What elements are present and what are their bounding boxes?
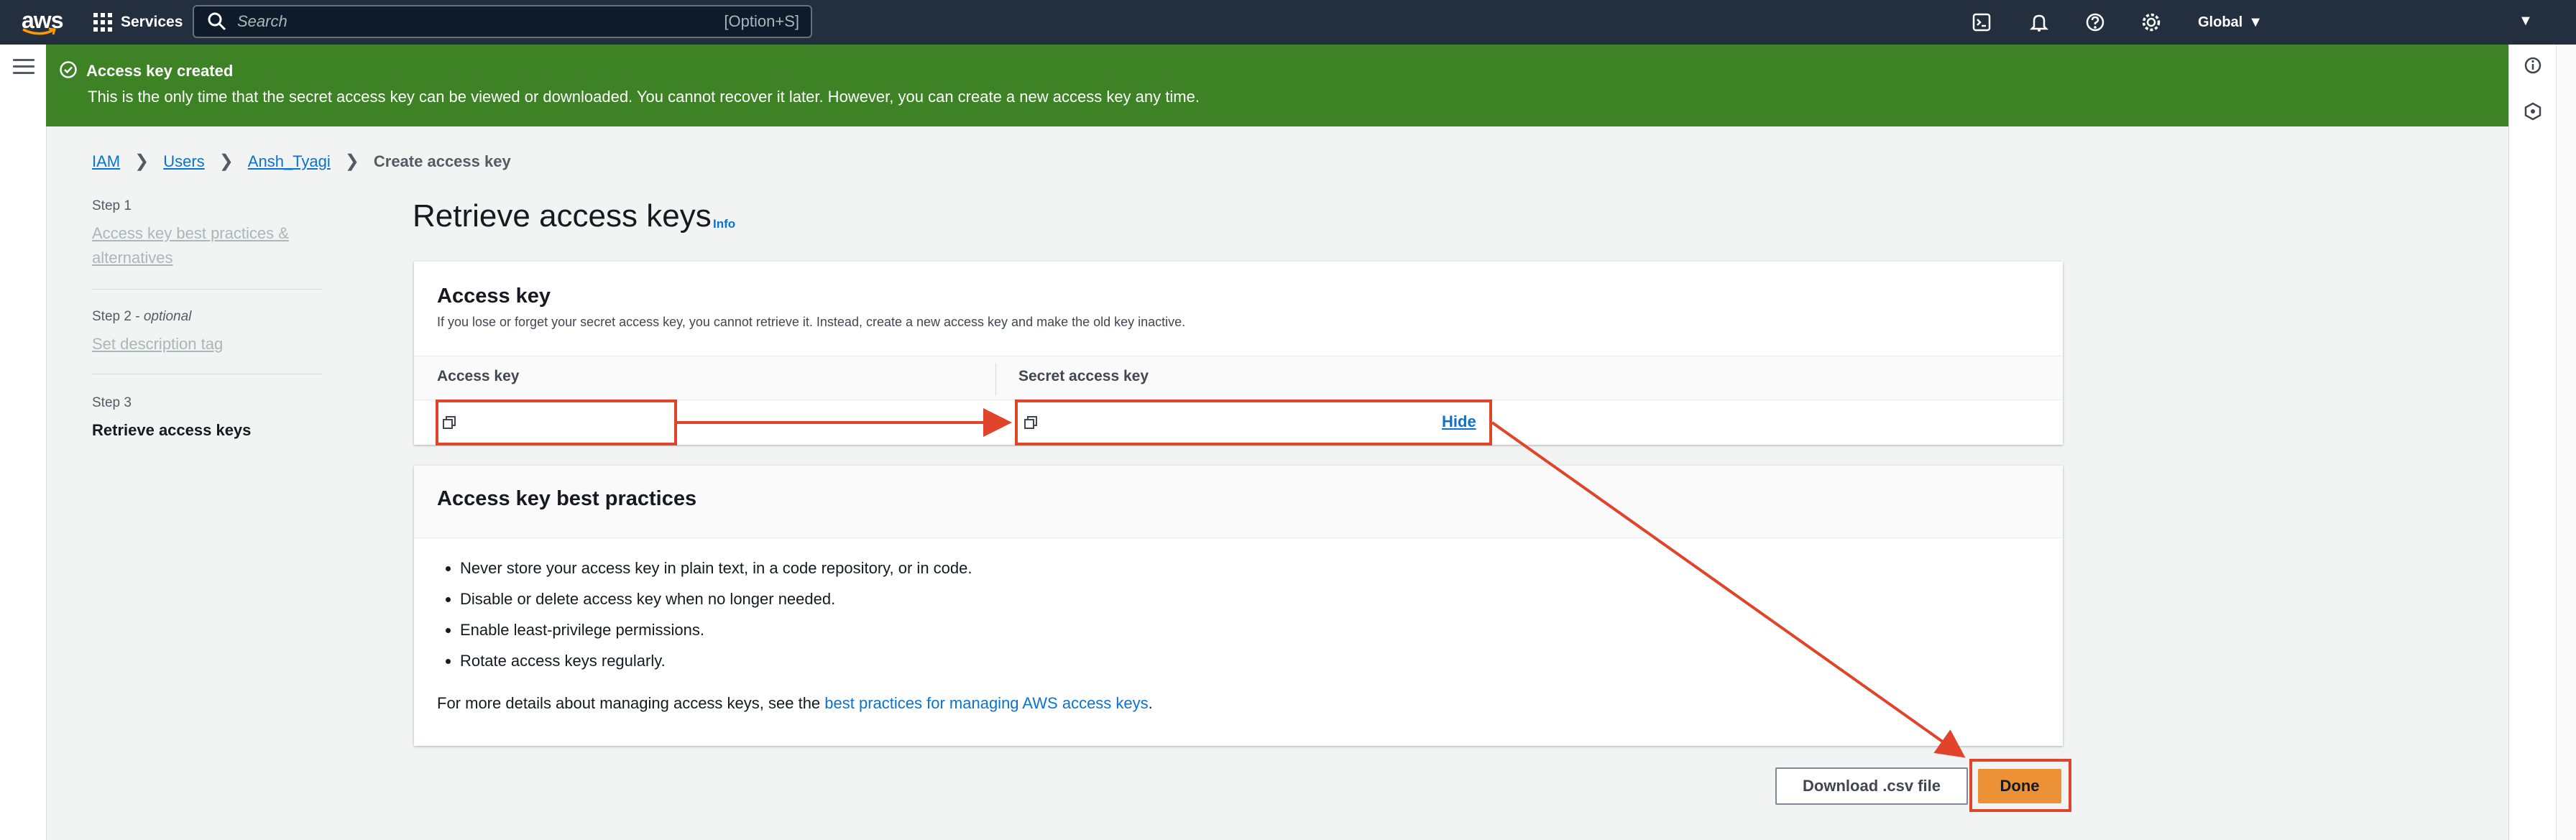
more-details-text: For more details about managing access k… [437, 694, 1153, 713]
annotation-box-done-button [1969, 759, 2071, 812]
more-details-suffix: . [1148, 694, 1153, 712]
step-divider [92, 289, 322, 290]
account-menu-caret-icon[interactable]: ▼ [2518, 13, 2533, 29]
column-separator [995, 364, 996, 395]
column-header-access-key: Access key [437, 368, 520, 384]
best-practices-title: Access key best practices [437, 487, 697, 510]
hamburger-menu-icon[interactable] [13, 59, 34, 76]
best-practices-list: Never store your access key in plain tex… [437, 559, 972, 683]
table-header-row [414, 356, 2063, 400]
help-icon[interactable] [2083, 10, 2107, 34]
region-selector[interactable]: Global ▼ [2198, 10, 2263, 34]
aws-smile-icon [22, 27, 56, 35]
breadcrumb-iam[interactable]: IAM [92, 152, 120, 171]
best-practices-container: Access key best practices Never store yo… [414, 466, 2063, 746]
access-key-card-description: If you lose or forget your secret access… [437, 315, 1186, 329]
access-key-card-title: Access key [437, 285, 551, 308]
step-1-label: Step 1 [92, 198, 132, 213]
search-input[interactable] [236, 11, 724, 32]
step-2-optional: optional [143, 309, 192, 324]
search-icon [208, 12, 226, 31]
aws-logo[interactable]: aws [20, 6, 63, 39]
side-navigation-strip [0, 45, 47, 840]
services-label: Services [121, 14, 183, 30]
scrollbar[interactable] [2556, 45, 2576, 840]
step-1-title-line2: alternatives [92, 249, 173, 267]
step-1-title-line1: Access key best practices & [92, 224, 289, 242]
step-2-label-text: Step 2 [92, 309, 132, 324]
success-flash-banner: Access key created This is the only time… [46, 45, 2508, 126]
page-title: Retrieve access keys [413, 198, 712, 234]
chevron-right-icon: ❯ [344, 152, 359, 171]
best-practices-link[interactable]: best practices for managing AWS access k… [824, 694, 1148, 712]
flash-title: Access key created [86, 62, 234, 80]
services-menu-button[interactable]: Services [93, 9, 183, 36]
info-link[interactable]: Info [713, 217, 735, 231]
step-2-link[interactable]: Set description tag [92, 332, 223, 356]
success-check-icon [60, 61, 77, 78]
step-3-label: Step 3 [92, 395, 132, 410]
breadcrumb-users[interactable]: Users [163, 152, 204, 171]
region-label: Global [2198, 14, 2243, 30]
annotation-box-secret-key [1015, 400, 1492, 446]
info-panel-icon[interactable] [2524, 56, 2542, 75]
step-3-current: Retrieve access keys [92, 421, 252, 439]
breadcrumb: IAM ❯ Users ❯ Ansh_Tyagi ❯ Create access… [92, 151, 511, 172]
chevron-right-icon: ❯ [134, 152, 150, 171]
caret-down-icon: ▼ [2248, 14, 2263, 30]
breadcrumb-user[interactable]: Ansh_Tyagi [248, 152, 331, 171]
annotation-box-access-key [436, 400, 677, 446]
cloudshell-icon[interactable] [1969, 10, 1994, 34]
search-shortcut-hint: [Option+S] [724, 12, 799, 30]
step-2-label: Step 2 - optional [92, 309, 192, 324]
more-details-prefix: For more details about managing access k… [437, 694, 825, 712]
tools-panel-strip [2508, 45, 2557, 840]
list-item: Rotate access keys regularly. [460, 652, 972, 683]
column-header-secret-key: Secret access key [1018, 368, 1149, 384]
feedback-hexagon-icon[interactable] [2524, 102, 2542, 121]
bell-icon[interactable] [2027, 10, 2051, 34]
list-item: Disable or delete access key when no lon… [460, 590, 972, 621]
search-bar[interactable]: [Option+S] [193, 5, 812, 38]
settings-icon[interactable] [2139, 10, 2163, 34]
grid-icon [93, 13, 112, 32]
list-item: Enable least-privilege permissions. [460, 621, 972, 652]
flash-message: This is the only time that the secret ac… [88, 88, 1200, 106]
chevron-right-icon: ❯ [218, 152, 234, 171]
download-csv-button[interactable]: Download .csv file [1775, 767, 1968, 805]
breadcrumb-current: Create access key [373, 152, 511, 170]
list-item: Never store your access key in plain tex… [460, 559, 972, 590]
step-1-link[interactable]: Access key best practices & alternatives [92, 221, 289, 270]
top-navigation-bar: aws Services [Option+S] Global ▼ ▼ [0, 0, 2576, 45]
